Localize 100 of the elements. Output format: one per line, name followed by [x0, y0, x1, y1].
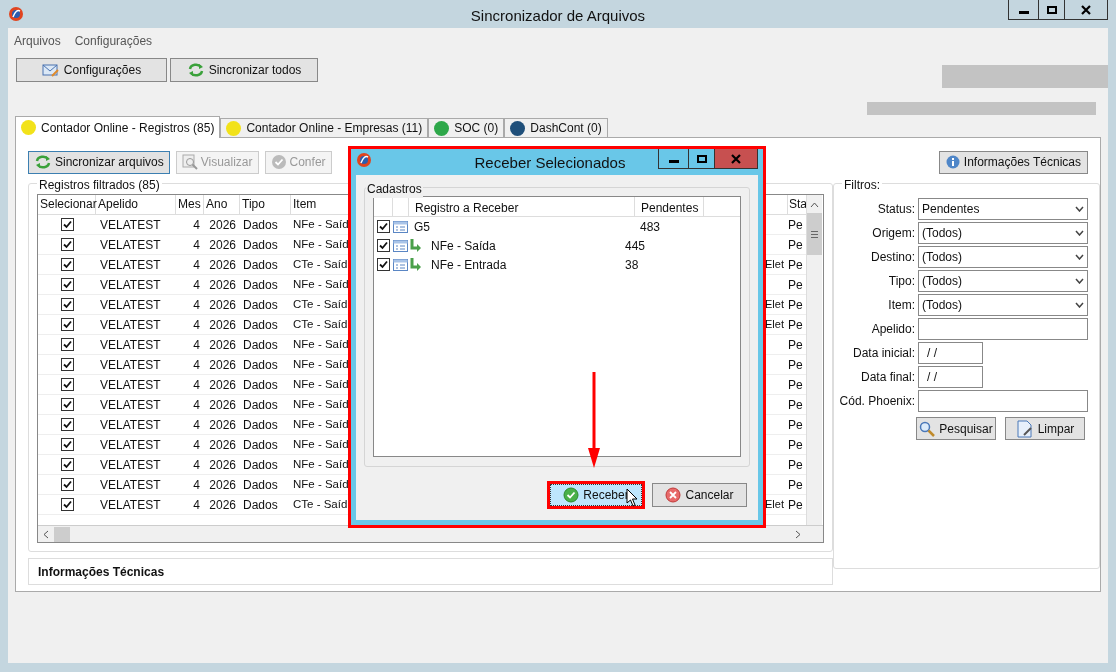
table-cell-text: Pe — [787, 316, 804, 334]
checkbox[interactable] — [60, 258, 74, 271]
table-cell: Elet — [765, 498, 784, 511]
column-header[interactable]: Ano — [204, 195, 240, 214]
table-cell-text: 2026 — [208, 476, 237, 494]
menu-item[interactable]: Arquivos — [14, 32, 61, 50]
tree-item[interactable]: NFe - Entrada — [421, 255, 619, 274]
checkbox[interactable] — [60, 318, 74, 331]
table-cell-text: VELATEST — [99, 336, 162, 354]
table-cell-text: VELATEST — [99, 256, 162, 274]
table-cell-text: 483 — [639, 218, 661, 236]
dropdown[interactable]: (Todos) — [918, 246, 1088, 268]
info-icon — [945, 155, 960, 169]
table-cell-text: Pe — [787, 236, 804, 254]
close-icon — [1081, 4, 1091, 15]
dropdown[interactable]: Pendentes — [918, 198, 1088, 220]
checkbox[interactable] — [60, 338, 74, 351]
column-header[interactable]: Tipo — [240, 195, 291, 214]
column-header[interactable]: Pendentes — [635, 197, 704, 216]
dropdown[interactable]: (Todos) — [918, 270, 1088, 292]
table-cell-text: Dados — [242, 436, 279, 454]
input-field[interactable] — [918, 318, 1088, 340]
tab[interactable]: DashCont (0) — [504, 118, 608, 137]
column-header[interactable]: Registro a Receber — [409, 197, 635, 216]
list-icon — [393, 239, 408, 252]
field-label: Destino: — [869, 249, 916, 266]
checkbox[interactable] — [60, 458, 74, 471]
checkbox[interactable] — [377, 258, 390, 271]
cursor-icon — [626, 488, 638, 508]
checkbox[interactable] — [60, 218, 74, 231]
table-cell-text: 4 — [192, 296, 201, 314]
checkbox[interactable] — [377, 220, 390, 233]
branch-arrow-icon — [409, 237, 421, 254]
filter-button[interactable]: Limpar — [1005, 417, 1085, 440]
checkbox[interactable] — [60, 398, 74, 411]
vertical-scrollbar[interactable] — [806, 195, 822, 525]
table-cell-text: Dados — [242, 416, 279, 434]
checkbox[interactable] — [60, 418, 74, 431]
date-field[interactable]: / / — [918, 342, 983, 364]
table-cell-text: NFe - Saíd — [292, 436, 349, 452]
check-circle-icon — [563, 487, 580, 503]
dropdown[interactable]: (Todos) — [918, 294, 1088, 316]
table-cell-text: VELATEST — [99, 316, 162, 334]
column-header[interactable]: Item — [291, 195, 349, 214]
checkbox[interactable] — [60, 298, 74, 311]
field-label: Data inicial: — [851, 345, 916, 362]
filter-button[interactable]: Pesquisar — [916, 417, 996, 440]
sync-icon — [186, 62, 205, 78]
table-cell-text: 2026 — [208, 216, 237, 234]
checkbox[interactable] — [60, 278, 74, 291]
tree-item[interactable]: NFe - Saída — [421, 236, 619, 255]
table-cell-text: Pe — [787, 436, 804, 454]
table-cell-text: 4 — [192, 436, 201, 454]
dialog-button[interactable]: Receber — [550, 484, 642, 506]
field-label: Status: — [876, 201, 916, 218]
tab[interactable]: SOC (0) — [428, 118, 505, 137]
table-cell-text: 2026 — [208, 336, 237, 354]
table-cell-text: 2026 — [208, 256, 237, 274]
search-icon — [919, 420, 936, 437]
field-label: Origem: — [871, 225, 916, 242]
checkbox[interactable] — [60, 378, 74, 391]
table-cell-text: 2026 — [208, 496, 237, 514]
toolbar-button[interactable]: Configurações — [16, 58, 167, 82]
checkbox[interactable] — [60, 438, 74, 451]
tab[interactable]: Contador Online - Empresas (11) — [220, 118, 429, 137]
checkbox[interactable] — [60, 358, 74, 371]
info-button[interactable]: Informações Técnicas — [938, 150, 1088, 174]
table-cell-text: Pe — [787, 416, 804, 434]
date-field[interactable]: / / — [918, 366, 983, 388]
tab[interactable]: Contador Online - Registros (85) — [15, 116, 221, 138]
checkbox[interactable] — [60, 238, 74, 251]
document-icon — [1015, 419, 1034, 438]
column-header[interactable]: Apelido — [96, 195, 176, 214]
table-cell-text: VELATEST — [99, 236, 162, 254]
column-header[interactable]: Mes — [176, 195, 204, 214]
table-cell-text: VELATEST — [99, 496, 162, 514]
column-header[interactable]: Selecionar — [38, 195, 96, 214]
scroll-thumb[interactable] — [807, 213, 822, 255]
checkbox[interactable] — [60, 478, 74, 491]
app-logo-icon — [356, 152, 372, 168]
table-cell-text: 38 — [624, 256, 639, 274]
field-label: Item: — [887, 297, 916, 314]
checkbox[interactable] — [377, 239, 390, 252]
table-cell-text: Dados — [242, 336, 279, 354]
checkbox[interactable] — [60, 498, 74, 511]
dropdown[interactable]: (Todos) — [918, 222, 1088, 244]
input-field[interactable] — [918, 390, 1088, 412]
dialog-button[interactable]: Cancelar — [652, 483, 747, 507]
table-cell-text: 445 — [624, 237, 646, 255]
menu-item[interactable]: Configurações — [74, 32, 153, 50]
field-label: Data final: — [859, 369, 916, 386]
action-button[interactable]: Sincronizar arquivos — [28, 150, 170, 174]
table-cell-text: 4 — [192, 316, 201, 334]
table-cell: Elet — [765, 258, 784, 271]
close-icon — [731, 153, 741, 164]
tree-item[interactable]: G5 — [408, 217, 634, 236]
table-cell-text: 2026 — [208, 316, 237, 334]
scroll-thumb[interactable] — [54, 526, 70, 542]
toolbar-button[interactable]: Sincronizar todos — [170, 58, 318, 82]
table-cell-text: Dados — [242, 216, 279, 234]
